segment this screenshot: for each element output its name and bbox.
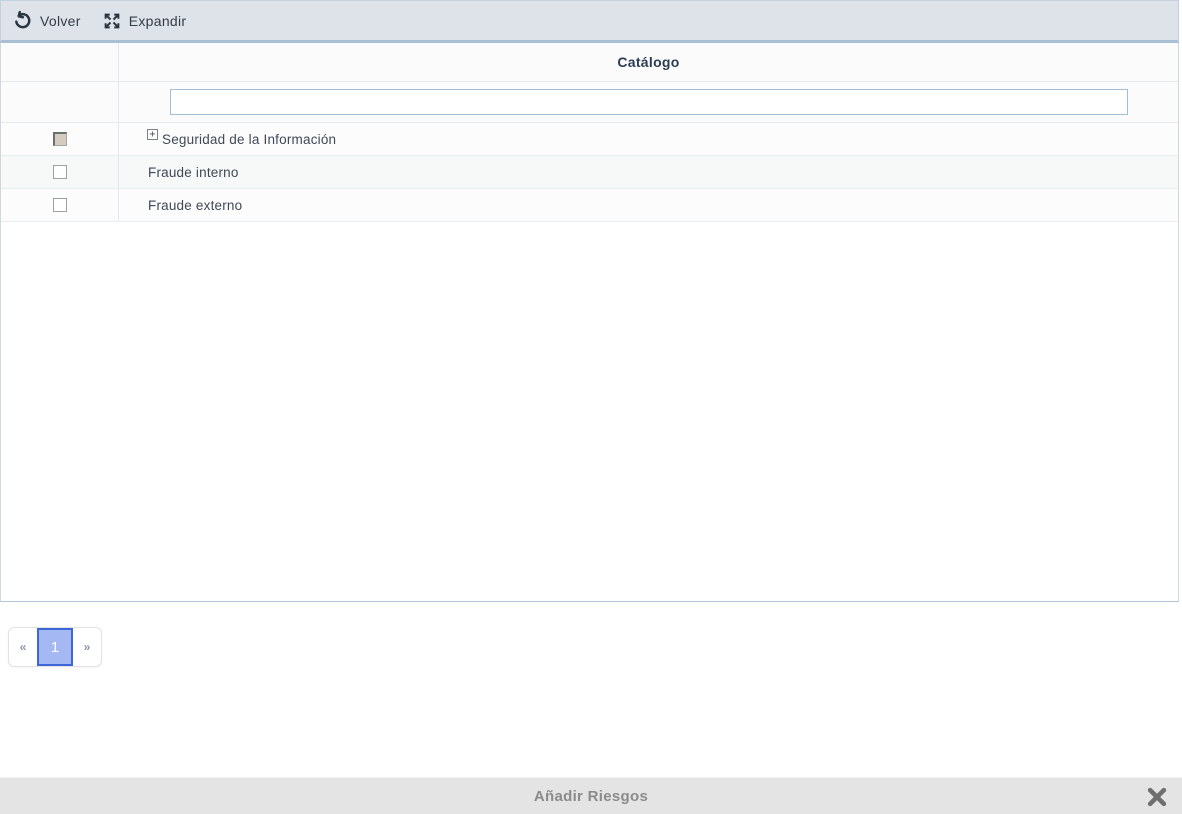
row-label-text: Fraude externo [148, 198, 242, 213]
pagination-page-1-button[interactable]: 1 [37, 628, 73, 666]
pagination-prev-button[interactable]: « [9, 629, 37, 665]
column-header-catalogo: Catálogo [617, 54, 679, 70]
table-row[interactable]: Fraude interno [1, 156, 1178, 189]
row-checkbox[interactable] [53, 165, 67, 179]
modal-footer-bar: Añadir Riesgos [0, 777, 1182, 814]
row-checkbox[interactable] [53, 132, 67, 146]
close-icon[interactable] [1142, 782, 1172, 812]
toolbar: Volver Expandir [0, 0, 1179, 43]
table-filter-row [1, 82, 1178, 123]
table-row[interactable]: Fraude externo [1, 189, 1178, 222]
table-row[interactable]: + Seguridad de la Información [1, 123, 1178, 156]
row-label-text: Seguridad de la Información [162, 132, 336, 147]
pagination-next-button[interactable]: » [73, 629, 101, 665]
expandir-button[interactable]: Expandir [103, 12, 187, 30]
volver-button[interactable]: Volver [13, 11, 81, 30]
undo-arrow-icon [13, 11, 32, 30]
catalog-table-panel: Catálogo + Seguridad de la Información F… [0, 43, 1179, 602]
table-header-row: Catálogo [1, 43, 1178, 82]
expand-plus-icon[interactable]: + [147, 129, 158, 140]
row-checkbox[interactable] [53, 198, 67, 212]
expandir-label: Expandir [129, 13, 187, 29]
row-label-text: Fraude interno [148, 165, 239, 180]
modal-title: Añadir Riesgos [534, 788, 648, 805]
pagination: « 1 » [8, 627, 102, 667]
header-checkbox-column [1, 43, 119, 81]
filter-checkbox-column [1, 82, 119, 122]
expand-arrows-icon [103, 12, 121, 30]
catalog-filter-input[interactable] [170, 89, 1128, 115]
volver-label: Volver [40, 13, 81, 29]
